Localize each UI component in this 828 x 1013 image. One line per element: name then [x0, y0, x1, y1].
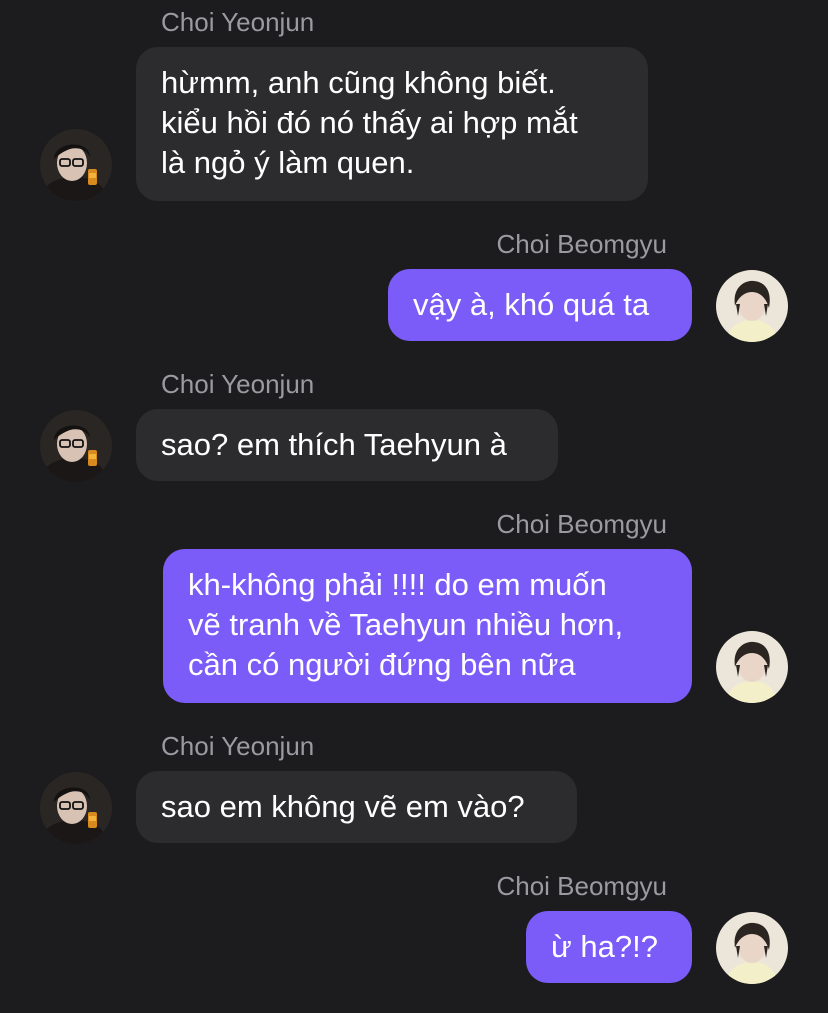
sender-name: Choi Yeonjun — [161, 7, 315, 37]
yeonjun-avatar-icon[interactable] — [40, 410, 112, 482]
beomgyu-avatar-icon[interactable] — [716, 270, 788, 342]
outgoing-message-bubble[interactable]: ừ ha?!? — [526, 911, 692, 983]
sender-name: Choi Beomgyu — [496, 229, 667, 259]
outgoing-message-bubble[interactable]: kh-không phải !!!! do em muốn vẽ tranh v… — [163, 549, 692, 703]
sender-name: Choi Yeonjun — [161, 369, 315, 399]
sender-name: Choi Yeonjun — [161, 731, 315, 761]
sender-name: Choi Beomgyu — [496, 871, 667, 901]
sender-name: Choi Beomgyu — [496, 509, 667, 539]
yeonjun-avatar-icon[interactable] — [40, 129, 112, 201]
yeonjun-avatar-icon[interactable] — [40, 772, 112, 844]
incoming-message-bubble[interactable]: sao em không vẽ em vào? — [136, 771, 577, 843]
incoming-message-bubble[interactable]: sao? em thích Taehyun à — [136, 409, 558, 481]
incoming-message-bubble[interactable]: hừmm, anh cũng không biết. kiểu hồi đó n… — [136, 47, 648, 201]
beomgyu-avatar-icon[interactable] — [716, 631, 788, 703]
outgoing-message-bubble[interactable]: vậy à, khó quá ta — [388, 269, 692, 341]
chat-thread: Choi Yeonjun hừmm, anh cũng không biết. … — [0, 0, 828, 1013]
beomgyu-avatar-icon[interactable] — [716, 912, 788, 984]
